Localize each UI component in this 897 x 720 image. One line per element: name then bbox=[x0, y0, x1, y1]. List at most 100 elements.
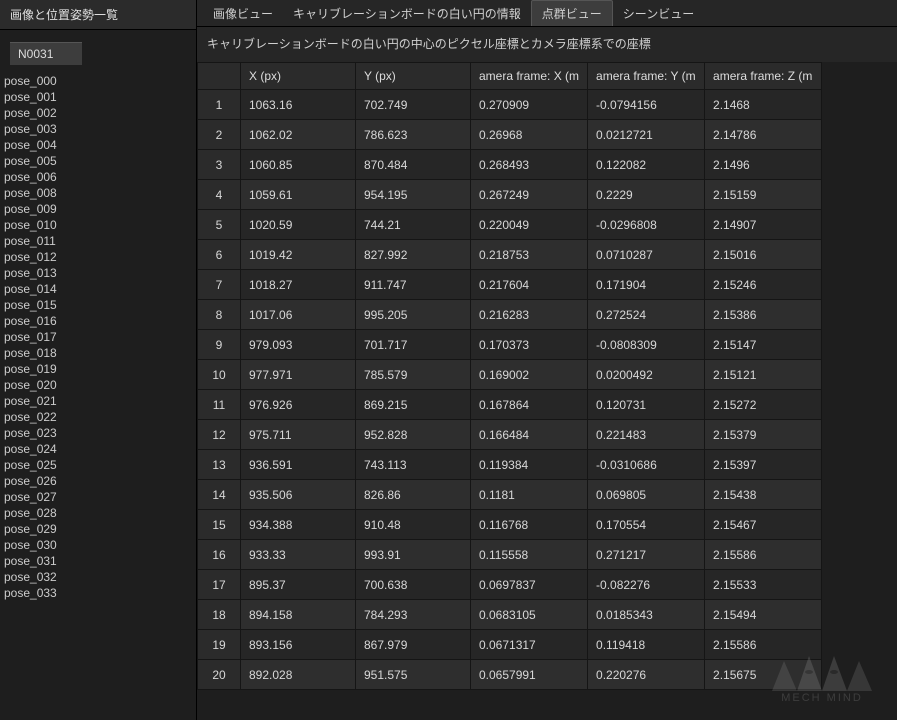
cell-camera-z[interactable]: 2.15675 bbox=[705, 660, 822, 690]
cell-camera-z[interactable]: 2.15016 bbox=[705, 240, 822, 270]
cell-index[interactable]: 2 bbox=[198, 120, 241, 150]
current-pose-id[interactable]: N0031 bbox=[10, 42, 82, 65]
cell-camera-y[interactable]: 0.0185343 bbox=[588, 600, 705, 630]
cell-camera-x[interactable]: 0.0697837 bbox=[471, 570, 588, 600]
cell-camera-y[interactable]: 0.122082 bbox=[588, 150, 705, 180]
cell-y-px[interactable]: 995.205 bbox=[356, 300, 471, 330]
cell-camera-z[interactable]: 2.1468 bbox=[705, 90, 822, 120]
table-row[interactable]: 9979.093701.7170.170373-0.08083092.15147 bbox=[198, 330, 822, 360]
cell-camera-y[interactable]: 0.221483 bbox=[588, 420, 705, 450]
cell-index[interactable]: 19 bbox=[198, 630, 241, 660]
cell-index[interactable]: 12 bbox=[198, 420, 241, 450]
table-header-camera-z[interactable]: amera frame: Z (m bbox=[705, 63, 822, 90]
tab-item[interactable]: 点群ビュー bbox=[531, 0, 613, 26]
cell-camera-y[interactable]: -0.0794156 bbox=[588, 90, 705, 120]
tab-item[interactable]: 画像ビュー bbox=[203, 1, 283, 26]
cell-camera-x[interactable]: 0.217604 bbox=[471, 270, 588, 300]
cell-y-px[interactable]: 951.575 bbox=[356, 660, 471, 690]
cell-y-px[interactable]: 869.215 bbox=[356, 390, 471, 420]
cell-index[interactable]: 10 bbox=[198, 360, 241, 390]
cell-index[interactable]: 3 bbox=[198, 150, 241, 180]
cell-y-px[interactable]: 785.579 bbox=[356, 360, 471, 390]
cell-camera-x[interactable]: 0.0683105 bbox=[471, 600, 588, 630]
cell-camera-y[interactable]: 0.119418 bbox=[588, 630, 705, 660]
cell-camera-y[interactable]: -0.0310686 bbox=[588, 450, 705, 480]
table-row[interactable]: 17895.37700.6380.0697837-0.0822762.15533 bbox=[198, 570, 822, 600]
cell-y-px[interactable]: 952.828 bbox=[356, 420, 471, 450]
table-row[interactable]: 41059.61954.1950.2672490.22292.15159 bbox=[198, 180, 822, 210]
table-row[interactable]: 61019.42827.9920.2187530.07102872.15016 bbox=[198, 240, 822, 270]
sidebar-item-pose[interactable]: pose_028 bbox=[0, 505, 196, 521]
cell-camera-x[interactable]: 0.267249 bbox=[471, 180, 588, 210]
table-row[interactable]: 15934.388910.480.1167680.1705542.15467 bbox=[198, 510, 822, 540]
cell-camera-x[interactable]: 0.0671317 bbox=[471, 630, 588, 660]
table-header-index[interactable] bbox=[198, 63, 241, 90]
cell-camera-z[interactable]: 2.15586 bbox=[705, 630, 822, 660]
cell-camera-z[interactable]: 2.15379 bbox=[705, 420, 822, 450]
cell-camera-z[interactable]: 2.15586 bbox=[705, 540, 822, 570]
cell-y-px[interactable]: 701.717 bbox=[356, 330, 471, 360]
cell-camera-z[interactable]: 2.15386 bbox=[705, 300, 822, 330]
sidebar-item-pose[interactable]: pose_032 bbox=[0, 569, 196, 585]
cell-x-px[interactable]: 1018.27 bbox=[241, 270, 356, 300]
cell-x-px[interactable]: 1060.85 bbox=[241, 150, 356, 180]
cell-camera-x[interactable]: 0.115558 bbox=[471, 540, 588, 570]
table-row[interactable]: 14935.506826.860.11810.0698052.15438 bbox=[198, 480, 822, 510]
cell-camera-z[interactable]: 2.15467 bbox=[705, 510, 822, 540]
table-row[interactable]: 12975.711952.8280.1664840.2214832.15379 bbox=[198, 420, 822, 450]
table-row[interactable]: 19893.156867.9790.06713170.1194182.15586 bbox=[198, 630, 822, 660]
cell-camera-z[interactable]: 2.15494 bbox=[705, 600, 822, 630]
sidebar-item-pose[interactable]: pose_014 bbox=[0, 281, 196, 297]
sidebar-item-pose[interactable]: pose_005 bbox=[0, 153, 196, 169]
table-wrap[interactable]: X (px) Y (px) amera frame: X (m amera fr… bbox=[197, 62, 897, 720]
cell-y-px[interactable]: 910.48 bbox=[356, 510, 471, 540]
cell-x-px[interactable]: 1017.06 bbox=[241, 300, 356, 330]
cell-y-px[interactable]: 827.992 bbox=[356, 240, 471, 270]
cell-camera-y[interactable]: 0.0212721 bbox=[588, 120, 705, 150]
cell-x-px[interactable]: 979.093 bbox=[241, 330, 356, 360]
cell-camera-y[interactable]: 0.170554 bbox=[588, 510, 705, 540]
table-row[interactable]: 11976.926869.2150.1678640.1207312.15272 bbox=[198, 390, 822, 420]
sidebar-item-pose[interactable]: pose_020 bbox=[0, 377, 196, 393]
cell-camera-z[interactable]: 2.15533 bbox=[705, 570, 822, 600]
cell-camera-y[interactable]: 0.069805 bbox=[588, 480, 705, 510]
sidebar-item-pose[interactable]: pose_027 bbox=[0, 489, 196, 505]
cell-camera-y[interactable]: 0.2229 bbox=[588, 180, 705, 210]
cell-x-px[interactable]: 1062.02 bbox=[241, 120, 356, 150]
cell-camera-x[interactable]: 0.167864 bbox=[471, 390, 588, 420]
cell-index[interactable]: 20 bbox=[198, 660, 241, 690]
sidebar-item-pose[interactable]: pose_012 bbox=[0, 249, 196, 265]
table-row[interactable]: 21062.02786.6230.269680.02127212.14786 bbox=[198, 120, 822, 150]
cell-camera-x[interactable]: 0.0657991 bbox=[471, 660, 588, 690]
cell-camera-y[interactable]: 0.0200492 bbox=[588, 360, 705, 390]
cell-x-px[interactable]: 1063.16 bbox=[241, 90, 356, 120]
cell-y-px[interactable]: 743.113 bbox=[356, 450, 471, 480]
cell-camera-y[interactable]: -0.0296808 bbox=[588, 210, 705, 240]
sidebar-item-pose[interactable]: pose_023 bbox=[0, 425, 196, 441]
cell-camera-z[interactable]: 2.15438 bbox=[705, 480, 822, 510]
cell-camera-y[interactable]: -0.0808309 bbox=[588, 330, 705, 360]
cell-index[interactable]: 7 bbox=[198, 270, 241, 300]
cell-x-px[interactable]: 936.591 bbox=[241, 450, 356, 480]
cell-y-px[interactable]: 993.91 bbox=[356, 540, 471, 570]
sidebar-item-pose[interactable]: pose_001 bbox=[0, 89, 196, 105]
cell-x-px[interactable]: 935.506 bbox=[241, 480, 356, 510]
cell-camera-x[interactable]: 0.119384 bbox=[471, 450, 588, 480]
cell-y-px[interactable]: 744.21 bbox=[356, 210, 471, 240]
cell-x-px[interactable]: 1020.59 bbox=[241, 210, 356, 240]
cell-camera-z[interactable]: 2.15397 bbox=[705, 450, 822, 480]
cell-y-px[interactable]: 700.638 bbox=[356, 570, 471, 600]
cell-camera-x[interactable]: 0.216283 bbox=[471, 300, 588, 330]
cell-camera-x[interactable]: 0.220049 bbox=[471, 210, 588, 240]
cell-camera-y[interactable]: 0.220276 bbox=[588, 660, 705, 690]
sidebar-item-pose[interactable]: pose_019 bbox=[0, 361, 196, 377]
cell-camera-x[interactable]: 0.1181 bbox=[471, 480, 588, 510]
cell-index[interactable]: 11 bbox=[198, 390, 241, 420]
cell-x-px[interactable]: 975.711 bbox=[241, 420, 356, 450]
cell-camera-y[interactable]: 0.272524 bbox=[588, 300, 705, 330]
table-row[interactable]: 81017.06995.2050.2162830.2725242.15386 bbox=[198, 300, 822, 330]
table-row[interactable]: 11063.16702.7490.270909-0.07941562.1468 bbox=[198, 90, 822, 120]
cell-x-px[interactable]: 1059.61 bbox=[241, 180, 356, 210]
cell-index[interactable]: 13 bbox=[198, 450, 241, 480]
cell-y-px[interactable]: 784.293 bbox=[356, 600, 471, 630]
